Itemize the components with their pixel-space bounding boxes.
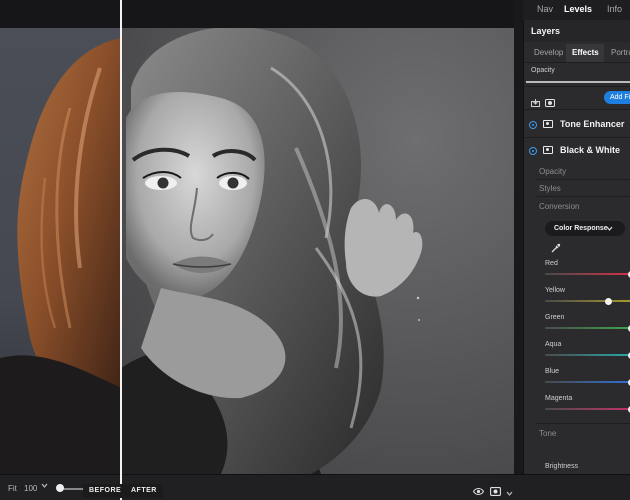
channel-label-blue: Blue xyxy=(545,368,560,375)
tab-info[interactable]: Info xyxy=(607,4,622,14)
filter-mask-icon xyxy=(543,146,553,154)
divider xyxy=(536,196,630,197)
channel-slider-blue[interactable] xyxy=(545,381,630,383)
conversion-mode-value: Color Response xyxy=(554,225,608,232)
layer-opacity-slider[interactable] xyxy=(526,81,630,83)
layer-name: Black & White xyxy=(560,145,621,155)
view-options-chevron-icon[interactable] xyxy=(506,484,513,500)
channel-slider-green[interactable] xyxy=(545,327,630,329)
channel-label-aqua: Aqua xyxy=(545,341,562,348)
divider xyxy=(524,137,630,138)
layer-visibility-icon[interactable] xyxy=(529,147,537,155)
channel-slider-knob-yellow[interactable] xyxy=(605,297,613,305)
zoom-slider-knob[interactable] xyxy=(56,484,65,492)
zoom-fit-button[interactable]: Fit xyxy=(8,484,17,493)
subtab-develop[interactable]: Develop xyxy=(534,48,563,57)
section-styles[interactable]: Styles xyxy=(539,184,561,193)
channel-label-green: Green xyxy=(545,314,565,321)
section-opacity[interactable]: Opacity xyxy=(539,167,566,176)
subtab-portrait[interactable]: Portrait xyxy=(611,48,630,57)
layer-opacity-label: Opacity xyxy=(531,67,555,74)
filter-mask-icon xyxy=(543,120,553,128)
layer-name: Tone Enhancer xyxy=(560,119,625,129)
panel-gutter xyxy=(514,0,523,474)
channel-label-magenta: Magenta xyxy=(545,395,573,402)
add-filter-button[interactable]: Add Filter xyxy=(604,91,630,104)
divider xyxy=(536,423,630,424)
tab-levels[interactable]: Levels xyxy=(564,4,592,14)
chevron-down-icon xyxy=(606,221,613,238)
layer-visibility-icon[interactable] xyxy=(529,121,537,129)
photo-before-color xyxy=(0,28,121,474)
channel-slider-magenta[interactable] xyxy=(545,408,630,410)
tab-nav[interactable]: Nav xyxy=(537,4,553,14)
brightness-label: Brightness xyxy=(545,463,579,470)
layers-header: Layers xyxy=(524,20,630,42)
zoom-dropdown-chevron-icon[interactable] xyxy=(41,482,48,491)
channel-slider-aqua[interactable] xyxy=(545,354,630,356)
subtab-effects[interactable]: Effects xyxy=(572,48,599,57)
targeted-adjustment-picker-icon[interactable] xyxy=(551,240,561,253)
before-after-split-handle[interactable] xyxy=(120,0,122,500)
before-label: BEFORE xyxy=(83,484,128,498)
channel-label-red: Red xyxy=(545,260,558,267)
layers-panel: Layers Develop Effects Portrait Opacity … xyxy=(523,20,630,474)
divider xyxy=(524,109,630,110)
channel-slider-yellow[interactable] xyxy=(545,300,630,302)
channel-label-yellow: Yellow xyxy=(545,287,565,294)
layers-title: Layers xyxy=(531,26,561,36)
layer-row-black-white[interactable]: Black & White xyxy=(524,140,630,162)
portrait-color-illustration xyxy=(0,38,121,474)
conversion-mode-dropdown[interactable]: Color Response xyxy=(545,221,625,236)
portrait-bw-illustration xyxy=(121,28,423,474)
channel-slider-red[interactable] xyxy=(545,273,630,275)
layer-subtabs: Develop Effects Portrait xyxy=(524,44,630,62)
divider xyxy=(524,86,630,87)
layer-row-tone-enhancer[interactable]: Tone Enhancer xyxy=(524,114,630,136)
photo-after-bw xyxy=(121,28,514,474)
preview-eye-icon[interactable] xyxy=(472,483,485,500)
photo-canvas[interactable] xyxy=(0,0,514,474)
section-tone[interactable]: Tone xyxy=(539,429,556,438)
divider xyxy=(536,179,630,180)
zoom-value[interactable]: 100 xyxy=(24,484,37,493)
after-label: AFTER xyxy=(125,484,163,498)
section-conversion[interactable]: Conversion xyxy=(539,202,579,211)
layer-mask-icon[interactable] xyxy=(545,94,555,107)
top-nav-tabs: Nav Levels Info xyxy=(523,0,630,20)
layer-import-icon[interactable] xyxy=(531,94,540,107)
compare-view-icon[interactable] xyxy=(490,483,501,500)
canvas-top-strip xyxy=(0,0,514,28)
divider xyxy=(524,62,630,63)
